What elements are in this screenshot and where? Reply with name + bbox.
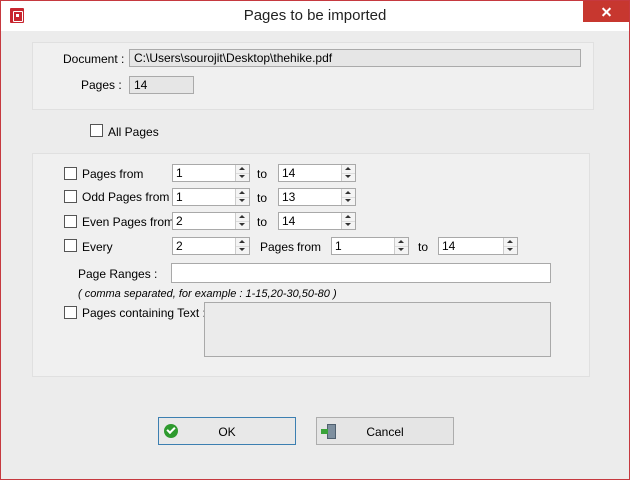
every-start-spinner[interactable]: 1 (331, 237, 409, 255)
pages-import-dialog: Pages to be imported Document : C:\Users… (0, 0, 630, 480)
page-ranges-hint: ( comma separated, for example : 1-15,20… (78, 288, 337, 300)
spin-down-icon[interactable] (395, 246, 408, 254)
odd-pages-label: Odd Pages from (82, 190, 170, 204)
pages-text-checkbox[interactable] (64, 306, 77, 319)
spinner-value: 2 (176, 214, 183, 228)
document-group: Document : C:\Users\sourojit\Desktop\the… (32, 42, 594, 110)
spinner-value: 1 (176, 190, 183, 204)
all-pages-label: All Pages (108, 125, 159, 139)
cancel-button-label: Cancel (366, 425, 404, 439)
spinner-value: 1 (335, 239, 342, 253)
spinner-value: 13 (282, 190, 296, 204)
every-n-spinner[interactable]: 2 (172, 237, 250, 255)
pages-from-start-spinner[interactable]: 1 (172, 164, 250, 182)
spinner-value: 2 (176, 239, 183, 253)
spin-down-icon[interactable] (236, 173, 249, 181)
window-title: Pages to be imported (243, 7, 387, 24)
spin-down-icon[interactable] (236, 246, 249, 254)
pages-text-input[interactable] (204, 302, 551, 357)
even-pages-label: Even Pages from (82, 215, 175, 229)
to-label: to (418, 240, 429, 254)
odd-pages-start-spinner[interactable]: 1 (172, 188, 250, 206)
every-label: Every (82, 240, 113, 254)
even-pages-start-spinner[interactable]: 2 (172, 212, 250, 230)
spin-down-icon[interactable] (342, 173, 355, 181)
to-label: to (257, 215, 268, 229)
spin-down-icon[interactable] (342, 197, 355, 205)
page-ranges-input[interactable] (171, 263, 551, 283)
pages-count-field: 14 (129, 76, 194, 94)
spinner-value: 1 (176, 166, 183, 180)
all-pages-checkbox[interactable] (90, 124, 103, 137)
spin-down-icon[interactable] (236, 197, 249, 205)
pages-count-label: Pages : (81, 78, 122, 92)
spinner-value: 14 (282, 166, 296, 180)
to-label: to (257, 167, 268, 181)
pages-from-end-spinner[interactable]: 14 (278, 164, 356, 182)
pages-from-label: Pages from (82, 167, 144, 181)
page-ranges-label: Page Ranges : (78, 267, 158, 281)
document-path-field: C:\Users\sourojit\Desktop\thehike.pdf (129, 49, 581, 67)
even-pages-checkbox[interactable] (64, 215, 77, 228)
ok-button-label: OK (218, 425, 236, 439)
spinner-value: 14 (282, 214, 296, 228)
page-options-group: Pages from 1 to 14 Odd Pages from 1 to 1… (32, 153, 590, 377)
even-pages-end-spinner[interactable]: 14 (278, 212, 356, 230)
close-button[interactable] (583, 1, 629, 22)
every-end-spinner[interactable]: 14 (438, 237, 518, 255)
ok-button[interactable]: OK (158, 417, 296, 445)
document-label: Document : (63, 52, 125, 66)
pages-text-label: Pages containing Text : (82, 306, 206, 320)
to-label: to (257, 191, 268, 205)
odd-pages-end-spinner[interactable]: 13 (278, 188, 356, 206)
spin-down-icon[interactable] (504, 246, 517, 254)
spinner-value: 14 (442, 239, 456, 253)
odd-pages-checkbox[interactable] (64, 190, 77, 203)
title-bar: Pages to be imported (1, 1, 629, 31)
every-pages-label: Pages (260, 240, 295, 254)
pages-from-checkbox[interactable] (64, 167, 77, 180)
spin-down-icon[interactable] (342, 221, 355, 229)
spin-down-icon[interactable] (236, 221, 249, 229)
every-from-label: from (297, 240, 321, 254)
cancel-button[interactable]: Cancel (316, 417, 454, 445)
every-checkbox[interactable] (64, 239, 77, 252)
